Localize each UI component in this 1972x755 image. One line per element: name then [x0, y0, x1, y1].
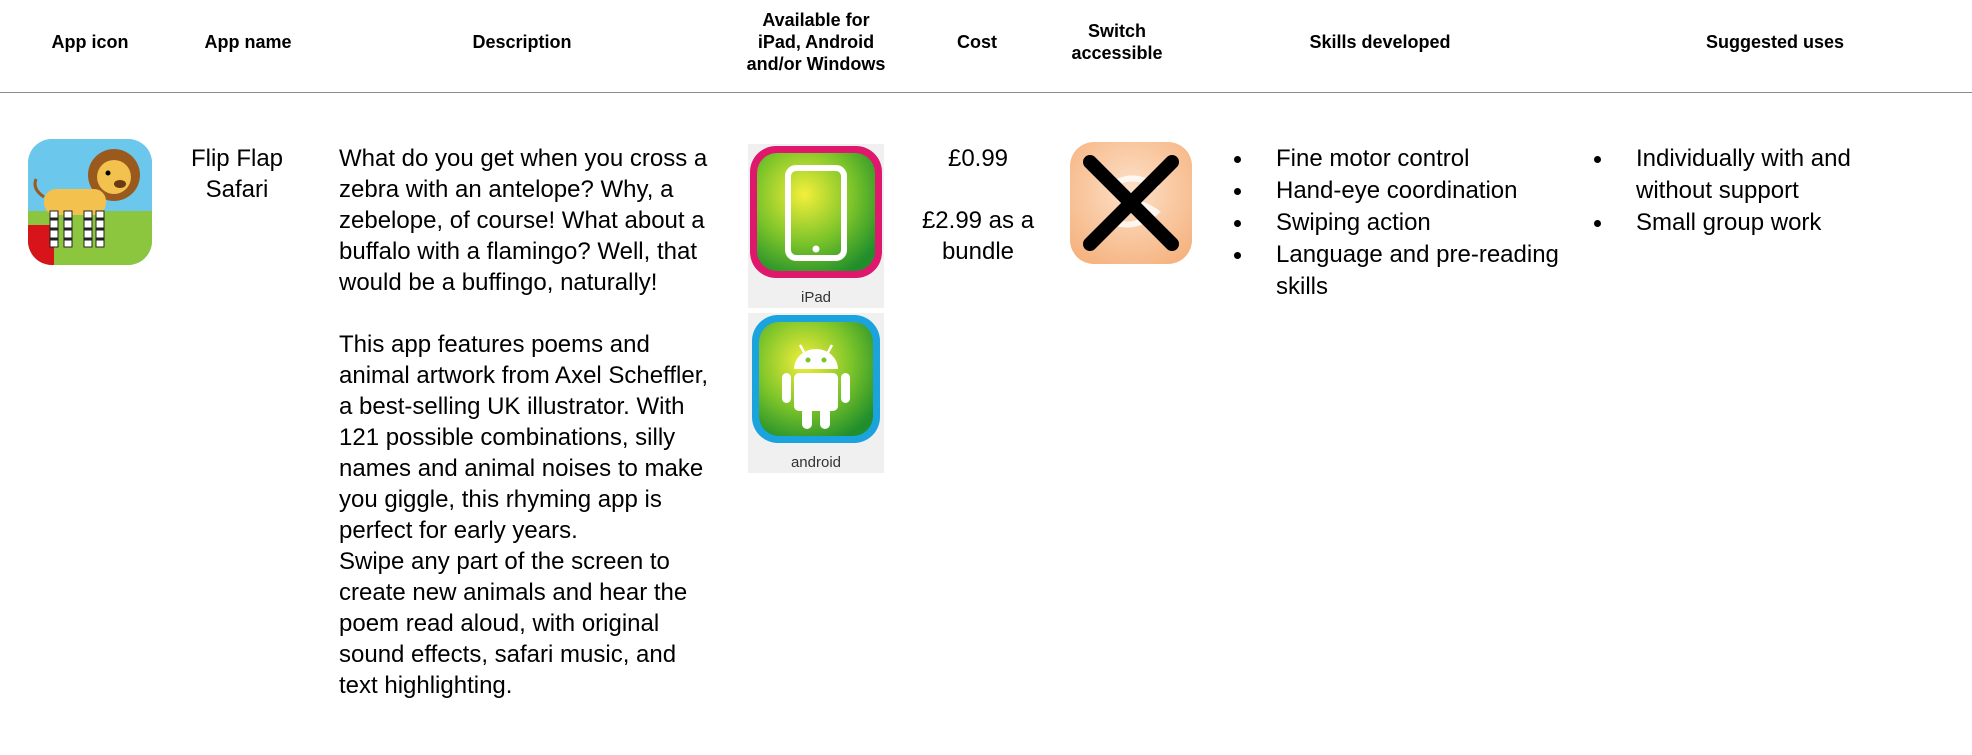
- list-item: Language and pre-reading skills: [1230, 239, 1560, 303]
- android-label: android: [790, 454, 842, 471]
- header-uses: Suggested uses: [1600, 0, 1950, 84]
- skills-list: Fine motor control Hand-eye coordination…: [1230, 143, 1560, 303]
- cost-single: £0.99: [947, 145, 1009, 172]
- header-uses-label: Suggested uses: [1705, 32, 1845, 52]
- description-paragraph-2: This app features poems and animal artwo…: [339, 331, 709, 544]
- description: What do you get when you cross a zebra w…: [339, 143, 719, 701]
- ipad-label: iPad: [800, 289, 832, 306]
- header-skills: Skills developed: [1230, 0, 1530, 84]
- header-available: Available for iPad, Android and/or Windo…: [726, 0, 906, 84]
- header-app-icon: App icon: [30, 0, 150, 84]
- header-cost: Cost: [924, 0, 1030, 84]
- list-item: Swiping action: [1230, 207, 1560, 239]
- list-item: Small group work: [1590, 207, 1920, 239]
- lion-zebra-app-icon: [28, 139, 152, 265]
- header-description: Description: [330, 0, 714, 84]
- android-platform-icon: [752, 315, 880, 443]
- android-platform-badge: android: [748, 313, 884, 473]
- cost: £0.99 £2.99 as a bundle: [908, 143, 1048, 267]
- header-available-label: Available for iPad, Android and/or Windo…: [746, 10, 886, 74]
- app-name: Flip Flap Safari: [190, 145, 284, 203]
- header-app-icon-label: App icon: [51, 32, 129, 52]
- header-cost-label: Cost: [957, 32, 997, 52]
- cost-bundle: £2.99 as a bundle: [921, 207, 1035, 265]
- table-header: App icon App name Description Available …: [0, 0, 1972, 93]
- description-paragraph-3: Swipe any part of the screen to create n…: [339, 548, 688, 699]
- header-switch: Switch accessible: [1052, 0, 1182, 84]
- list-item: Fine motor control: [1230, 143, 1560, 175]
- not-switch-accessible-icon: [1068, 140, 1194, 266]
- header-description-label: Description: [472, 32, 572, 52]
- uses-list: Individually with and without support Sm…: [1590, 143, 1920, 239]
- list-item: Hand-eye coordination: [1230, 175, 1560, 207]
- header-app-name: App name: [180, 0, 316, 84]
- ipad-platform-icon: [750, 146, 882, 278]
- header-skills-label: Skills developed: [1309, 32, 1451, 52]
- description-paragraph-1: What do you get when you cross a zebra w…: [339, 145, 708, 296]
- header-app-name-label: App name: [204, 32, 292, 52]
- list-item: Individually with and without support: [1590, 143, 1920, 207]
- ipad-platform-badge: iPad: [748, 144, 884, 308]
- header-switch-label: Switch accessible: [1071, 21, 1163, 63]
